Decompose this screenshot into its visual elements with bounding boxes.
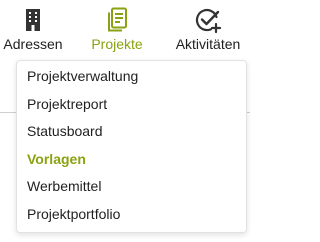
nav-label-adressen: Adressen — [3, 36, 63, 52]
nav-label-projekte: Projekte — [91, 36, 143, 52]
nav-item-adressen[interactable]: Adressen — [0, 6, 66, 54]
nav-label-aktivitaeten: Aktivitäten — [175, 36, 241, 52]
header-divider — [0, 112, 16, 113]
nav-item-aktivitaeten[interactable]: Aktivitäten — [166, 6, 250, 54]
menu-item-statusboard[interactable]: Statusboard — [17, 118, 246, 146]
nav-item-projekte[interactable]: Projekte — [86, 6, 148, 54]
menu-item-projektportfolio[interactable]: Projektportfolio — [17, 201, 246, 229]
check-circle-plus-icon — [195, 8, 222, 34]
menu-item-projektreport[interactable]: Projektreport — [17, 91, 246, 119]
header-divider — [247, 112, 250, 113]
projekte-dropdown-menu: Projektverwaltung Projektreport Statusbo… — [16, 60, 247, 233]
top-navigation: Adressen Projekte Aktivitäten — [0, 0, 250, 56]
building-icon — [26, 9, 40, 31]
menu-item-vorlagen[interactable]: Vorlagen — [17, 146, 246, 174]
clipboard-list-icon — [108, 7, 127, 32]
menu-item-werbemittel[interactable]: Werbemittel — [17, 173, 246, 201]
menu-item-projektverwaltung[interactable]: Projektverwaltung — [17, 63, 246, 91]
